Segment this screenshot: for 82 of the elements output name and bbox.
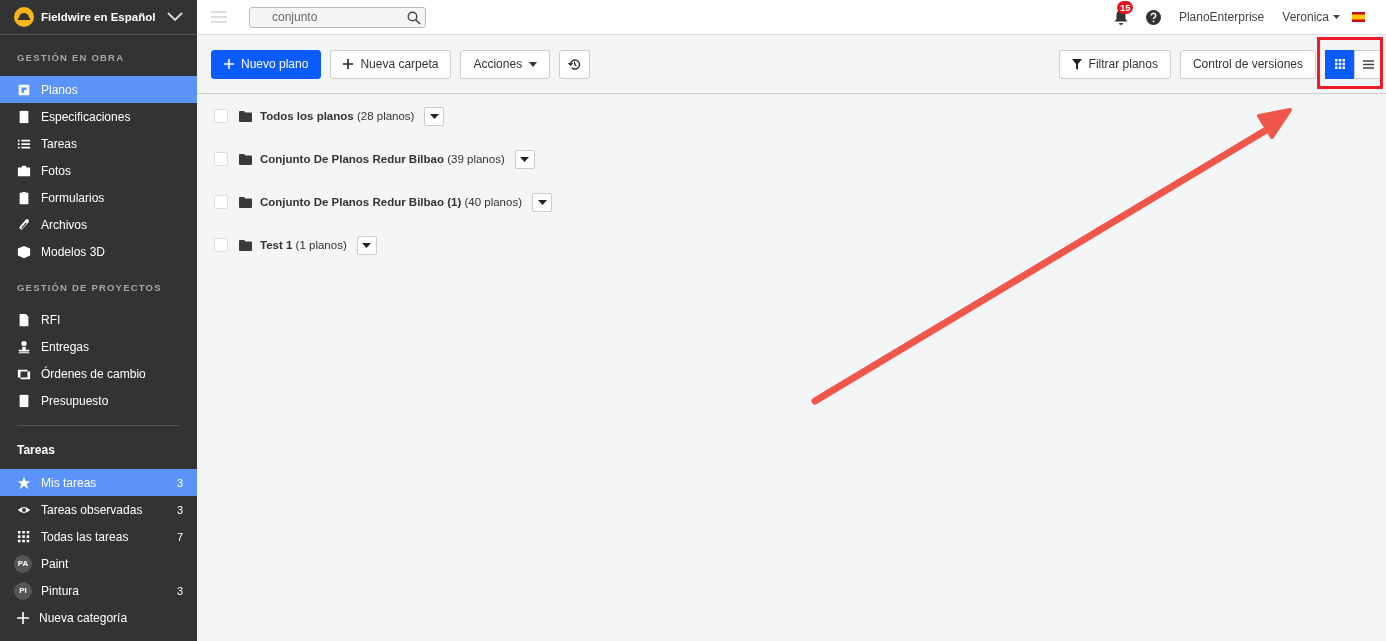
filter-plans-button[interactable]: Filtrar planos: [1058, 49, 1171, 79]
grid-view-button[interactable]: [1325, 49, 1354, 79]
nav-icon: [17, 82, 31, 97]
task-count: 3: [176, 503, 183, 516]
task-count: 3: [176, 584, 183, 597]
section-heading: GESTIÓN DE PROYECTOS: [16, 281, 163, 295]
hard-hat-logo-icon: [14, 7, 34, 27]
sidebar-item[interactable]: Órdenes de cambio: [0, 360, 197, 387]
plus-icon: [17, 611, 29, 624]
caret-icon: [529, 61, 538, 67]
nav-icon: [17, 393, 31, 408]
caret-icon: [362, 242, 372, 248]
list-icon: [1363, 59, 1374, 69]
sidebar-item[interactable]: Tareas: [0, 130, 197, 157]
caret-icon: [1333, 15, 1340, 19]
user-menu[interactable]: Veronica: [1282, 10, 1340, 24]
task-filter-item[interactable]: PI Pintura 3: [0, 577, 197, 604]
sidebar-item[interactable]: Presupuesto: [0, 387, 197, 414]
sidebar-item[interactable]: Especificaciones: [0, 103, 197, 130]
grid-icon: [17, 529, 31, 544]
folder-icon: [239, 153, 252, 165]
folder-dropdown-button[interactable]: [532, 192, 552, 212]
folder-checkbox[interactable]: [214, 195, 228, 209]
folder-icon: [239, 239, 252, 251]
caret-icon: [537, 199, 547, 205]
workspace-name[interactable]: Fieldwire en Español: [41, 11, 160, 23]
folder-name[interactable]: Test 1 (1 planos): [260, 239, 347, 251]
nav-icon: [17, 339, 31, 354]
history-icon: [568, 57, 582, 71]
sidebar-item[interactable]: Formularios: [0, 184, 197, 211]
initials-avatar: PA: [14, 554, 32, 573]
sidebar-item[interactable]: Entregas: [0, 333, 197, 360]
folder-checkbox[interactable]: [214, 109, 228, 123]
grid-icon: [1334, 59, 1345, 69]
caret-icon: [429, 113, 439, 119]
task-filter-item[interactable]: Tareas observadas 3: [0, 496, 197, 523]
notification-badge: 15: [1116, 1, 1134, 14]
nav-icon: [17, 109, 31, 124]
caret-icon: [520, 156, 530, 162]
sidebar-item[interactable]: Fotos: [0, 157, 197, 184]
nav-icon: [17, 217, 31, 232]
initials-avatar: PI: [14, 581, 32, 600]
plus-icon: [224, 59, 234, 69]
search-field[interactable]: conjunto: [249, 6, 426, 28]
folder-name[interactable]: Todos los planos (28 planos): [260, 110, 415, 122]
tasks-heading: Tareas: [16, 442, 56, 459]
version-control-button[interactable]: Control de versiones: [1179, 49, 1316, 79]
sidebar-item[interactable]: Archivos: [0, 211, 197, 238]
chevron-down-icon[interactable]: [167, 12, 183, 22]
task-filter-item[interactable]: PA Paint: [0, 550, 197, 577]
folder-dropdown-button[interactable]: [356, 235, 377, 255]
star-icon: [17, 475, 31, 490]
plus-icon: [343, 59, 354, 69]
new-plan-button[interactable]: Nuevo plano: [211, 49, 322, 79]
folder-name[interactable]: Conjunto De Planos Redur Bilbao (1) (40 planos): [260, 196, 522, 208]
folder-checkbox[interactable]: [214, 152, 228, 166]
folder-dropdown-button[interactable]: [424, 106, 445, 126]
history-button[interactable]: [559, 49, 591, 79]
actions-dropdown[interactable]: Acciones: [460, 49, 551, 79]
folder-dropdown-button[interactable]: [514, 149, 535, 169]
nav-icon: [17, 190, 31, 205]
sidebar-item[interactable]: Modelos 3D: [0, 238, 197, 265]
highlight-box: [1317, 37, 1383, 89]
folder-icon: [239, 196, 252, 208]
sidebar-item[interactable]: RFI: [0, 306, 197, 333]
task-filter-item[interactable]: Todas las tareas 7: [0, 523, 197, 550]
folder-icon: [239, 110, 252, 122]
filter-icon: [1071, 58, 1082, 70]
account-plan-link[interactable]: PlanoEnterprise: [1178, 10, 1265, 24]
new-folder-button[interactable]: Nueva carpeta: [330, 49, 452, 79]
task-count: 3: [176, 476, 183, 489]
nav-icon: [17, 244, 31, 259]
search-icon: [407, 10, 421, 25]
section-heading: GESTIÓN EN OBRA: [16, 51, 126, 65]
nav-icon: [17, 312, 31, 327]
help-icon[interactable]: [1145, 9, 1161, 25]
flag-icon[interactable]: [1352, 12, 1365, 22]
task-count: 7: [176, 530, 183, 543]
nav-icon: [17, 163, 31, 178]
task-filter-item[interactable]: Nueva categoría: [0, 604, 197, 631]
folder-checkbox[interactable]: [214, 238, 228, 252]
folder-name[interactable]: Conjunto De Planos Redur Bilbao (39 planos): [260, 153, 505, 165]
